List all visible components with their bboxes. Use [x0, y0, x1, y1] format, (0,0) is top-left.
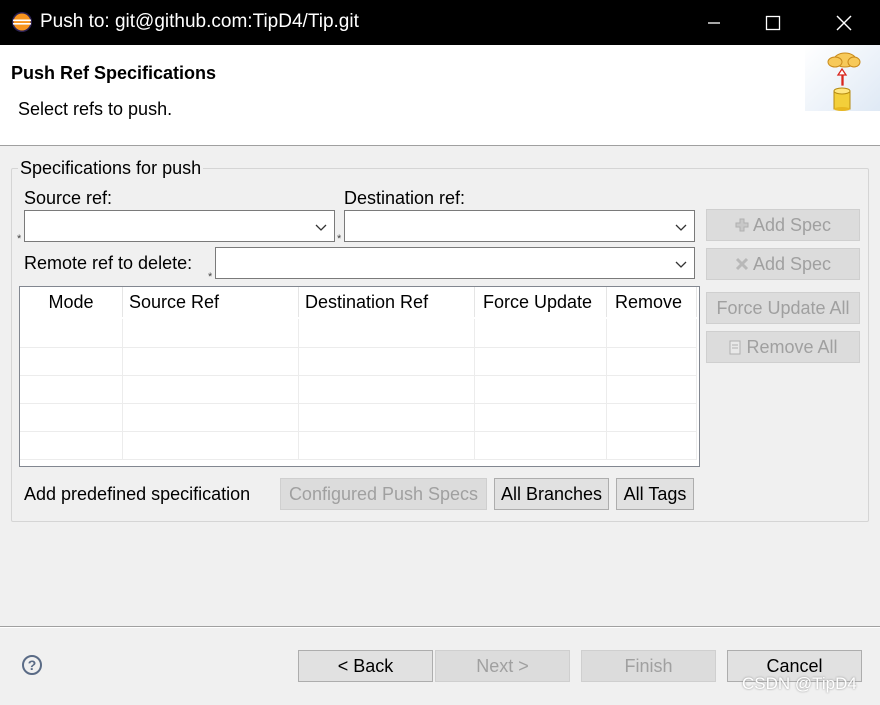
chevron-down-icon [675, 261, 687, 268]
configured-push-specs-button[interactable]: Configured Push Specs [280, 478, 487, 510]
eclipse-logo-icon [11, 11, 33, 38]
remove-all-button[interactable]: Remove All [706, 331, 860, 363]
source-ref-combo[interactable] [24, 210, 335, 242]
footer-separator-highlight [0, 627, 880, 628]
required-marker: * [208, 271, 213, 283]
next-label: Next > [476, 655, 529, 676]
destination-ref-combo[interactable] [344, 210, 695, 242]
delete-icon [735, 257, 749, 271]
add-delete-spec-button[interactable]: Add Spec [706, 248, 860, 280]
maximize-button[interactable] [743, 0, 803, 45]
window-title: Push to: git@github.com:TipD4/Tip.git [40, 11, 359, 32]
all-tags-label: All Tags [623, 483, 687, 504]
finish-label: Finish [624, 655, 673, 676]
page-message: Select refs to push. [18, 99, 173, 119]
column-header-remove[interactable]: Remove [607, 287, 697, 317]
minimize-icon [708, 21, 720, 24]
add-delete-spec-label: Add Spec [752, 253, 832, 274]
spec-table[interactable]: Mode Source Ref Destination Ref Force Up… [19, 286, 700, 467]
destination-ref-label: Destination ref: [344, 188, 466, 208]
column-header-destination-ref[interactable]: Destination Ref [299, 287, 475, 317]
close-icon [836, 15, 852, 30]
next-button[interactable]: Next > [435, 650, 570, 682]
table-header: Mode Source Ref Destination Ref Force Up… [20, 287, 697, 317]
cloud-push-database-icon [827, 52, 861, 111]
column-header-force-update[interactable]: Force Update [475, 287, 607, 317]
force-update-all-button[interactable]: Force Update All [706, 292, 860, 324]
chevron-down-icon [315, 224, 327, 231]
column-header-source-ref[interactable]: Source Ref [123, 287, 299, 317]
all-tags-button[interactable]: All Tags [616, 478, 694, 510]
required-marker: * [337, 233, 342, 245]
table-row [20, 403, 697, 432]
table-row [20, 431, 697, 460]
configured-push-specs-label: Configured Push Specs [288, 483, 479, 504]
page-title: Push Ref Specifications [11, 63, 217, 83]
help-icon[interactable]: ? [22, 655, 42, 675]
predefined-spec-label: Add predefined specification [24, 484, 251, 504]
force-update-all-label: Force Update All [716, 297, 850, 318]
watermark: CSDN @TipD4 [742, 674, 857, 693]
all-branches-label: All Branches [500, 483, 603, 504]
banner-image [805, 45, 880, 111]
all-branches-button[interactable]: All Branches [494, 478, 609, 510]
required-marker: * [17, 233, 22, 245]
source-ref-label: Source ref: [24, 188, 113, 208]
remote-ref-delete-combo[interactable] [215, 247, 695, 279]
column-header-mode[interactable]: Mode [20, 287, 123, 317]
wizard-header: Push Ref Specifications Select refs to p… [0, 45, 880, 146]
back-label: < Back [337, 655, 394, 676]
title-bar: Push to: git@github.com:TipD4/Tip.git [0, 0, 880, 45]
chevron-down-icon [675, 224, 687, 231]
remote-ref-delete-label: Remote ref to delete: [24, 253, 193, 273]
add-spec-label: Add Spec [752, 214, 832, 235]
add-spec-button[interactable]: Add Spec [706, 209, 860, 241]
back-button[interactable]: < Back [298, 650, 433, 682]
finish-button[interactable]: Finish [581, 650, 716, 682]
table-row [20, 319, 697, 348]
table-row [20, 347, 697, 376]
group-label: Specifications for push [18, 158, 204, 179]
remove-all-label: Remove All [746, 336, 838, 357]
minimize-button[interactable] [684, 0, 744, 45]
table-row [20, 375, 697, 404]
close-button[interactable] [814, 0, 874, 45]
remove-all-icon [728, 339, 742, 355]
maximize-icon [765, 15, 781, 30]
add-icon [735, 218, 749, 232]
